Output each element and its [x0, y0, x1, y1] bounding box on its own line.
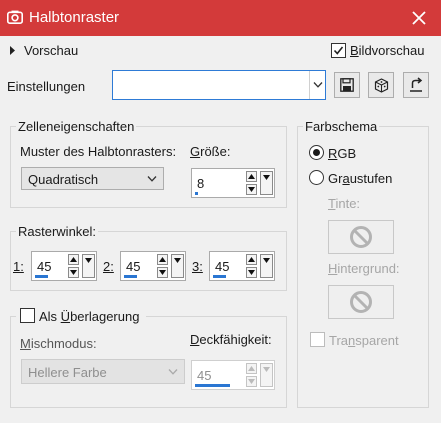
transparent-checkbox[interactable] — [310, 332, 325, 347]
settings-preset-combo[interactable] — [112, 70, 326, 100]
opacity-spinbox[interactable]: 45 — [191, 360, 275, 390]
opacity-slider-button[interactable] — [260, 363, 273, 387]
angle-1-level-bar — [35, 275, 48, 278]
rgb-radio-label: RGB — [328, 146, 357, 161]
pattern-select[interactable]: Quadratisch — [21, 167, 164, 190]
size-label: Größe: — [190, 144, 231, 159]
expand-arrow-icon[interactable] — [9, 46, 16, 55]
grayscale-radio-label: Graustufen — [328, 171, 393, 186]
settings-label: Einstellungen — [7, 79, 86, 94]
ink-color-swatch[interactable] — [328, 220, 394, 254]
angle-2-label: 2: — [103, 259, 114, 274]
angle-1-value: 45 — [37, 259, 52, 274]
arrow-down-icon — [248, 187, 255, 192]
size-decrement-button[interactable] — [246, 184, 257, 195]
randomize-button[interactable] — [368, 72, 394, 98]
overlay-checkbox-label: Als Überlagerung — [39, 309, 140, 324]
image-preview-checkbox[interactable] — [331, 43, 346, 58]
angle-1-decrement-button[interactable] — [68, 267, 79, 278]
opacity-label: Deckfähigkeit: — [190, 332, 272, 347]
transparent-label: Transparent — [329, 333, 399, 348]
dice-icon — [374, 78, 389, 93]
size-value: 8 — [197, 176, 205, 191]
save-preset-button[interactable] — [334, 72, 360, 98]
opacity-value: 45 — [197, 368, 212, 383]
no-color-icon — [350, 291, 372, 313]
arrow-up-icon — [248, 257, 255, 262]
pattern-label: Muster des Halbtonrasters: — [20, 144, 177, 159]
color-scheme-title: Farbschema — [303, 119, 380, 134]
angle-2-level-bar — [124, 275, 137, 278]
size-increment-button[interactable] — [246, 171, 257, 182]
chevron-down-icon — [147, 176, 157, 182]
arrow-up-icon — [70, 257, 77, 262]
arrow-up-icon — [159, 257, 166, 262]
radio-selected-dot — [313, 149, 320, 156]
title-bar: Halbtonraster — [0, 0, 441, 36]
angle-3-spinbox[interactable]: 45 — [209, 251, 275, 281]
close-icon[interactable] — [404, 4, 434, 32]
angle-2-spinbox[interactable]: 45 — [120, 251, 186, 281]
size-level-bar — [195, 192, 198, 195]
save-icon — [340, 78, 354, 92]
angle-1-increment-button[interactable] — [68, 254, 79, 265]
cell-properties-title: Zelleneigenschaften — [16, 119, 137, 134]
arrow-down-icon — [248, 379, 255, 384]
arrow-down-icon — [263, 258, 270, 263]
chevron-down-icon — [168, 369, 178, 375]
no-color-icon — [350, 226, 372, 248]
arrow-down-icon — [263, 367, 270, 372]
opacity-level-bar — [195, 384, 230, 387]
angle-1-label: 1: — [13, 259, 24, 274]
reset-defaults-button[interactable] — [403, 72, 429, 98]
angle-1-spinbox[interactable]: 45 — [31, 251, 97, 281]
camera-icon — [7, 10, 23, 24]
angle-2-value: 45 — [126, 259, 141, 274]
blend-mode-select[interactable]: Hellere Farbe — [21, 359, 185, 384]
settings-dropdown-button[interactable] — [309, 71, 325, 99]
arrow-up-icon — [248, 174, 255, 179]
arrow-up-icon — [248, 366, 255, 371]
pattern-value: Quadratisch — [28, 172, 99, 187]
halftone-dialog: Halbtonraster Vorschau Bildvorschau Eins… — [0, 0, 441, 423]
arrow-down-icon — [248, 270, 255, 275]
angle-1-slider-button[interactable] — [82, 254, 95, 278]
arrow-down-icon — [263, 175, 270, 180]
ink-label: Tinte: — [328, 196, 361, 211]
opacity-increment-button[interactable] — [246, 363, 257, 374]
checkmark-icon — [333, 46, 344, 55]
angle-2-increment-button[interactable] — [157, 254, 168, 265]
rgb-radio[interactable] — [309, 145, 324, 160]
arrow-down-icon — [159, 270, 166, 275]
grayscale-radio[interactable] — [309, 170, 324, 185]
angle-3-decrement-button[interactable] — [246, 267, 257, 278]
angle-3-slider-button[interactable] — [260, 254, 273, 278]
angle-2-decrement-button[interactable] — [157, 267, 168, 278]
arrow-down-icon — [70, 270, 77, 275]
background-color-swatch[interactable] — [328, 285, 394, 319]
background-label: Hintergrund: — [328, 261, 400, 276]
overlay-checkbox[interactable] — [20, 308, 35, 323]
screen-angles-title: Rasterwinkel: — [16, 224, 99, 239]
size-slider-button[interactable] — [260, 171, 273, 195]
angle-3-level-bar — [213, 275, 226, 278]
angle-3-increment-button[interactable] — [246, 254, 257, 265]
image-preview-label: Bildvorschau — [350, 43, 425, 58]
arrow-down-icon — [174, 258, 181, 263]
angle-3-label: 3: — [192, 259, 203, 274]
window-title: Halbtonraster — [29, 9, 120, 26]
angle-2-slider-button[interactable] — [171, 254, 184, 278]
angle-3-value: 45 — [215, 259, 230, 274]
reset-icon — [410, 77, 423, 92]
blend-mode-value: Hellere Farbe — [28, 365, 107, 380]
blend-mode-label: Mischmodus: — [20, 336, 97, 351]
size-spinbox[interactable]: 8 — [191, 168, 275, 198]
opacity-decrement-button[interactable] — [246, 376, 257, 387]
chevron-down-icon — [313, 82, 323, 88]
preview-toggle-label[interactable]: Vorschau — [24, 43, 78, 58]
arrow-down-icon — [85, 258, 92, 263]
